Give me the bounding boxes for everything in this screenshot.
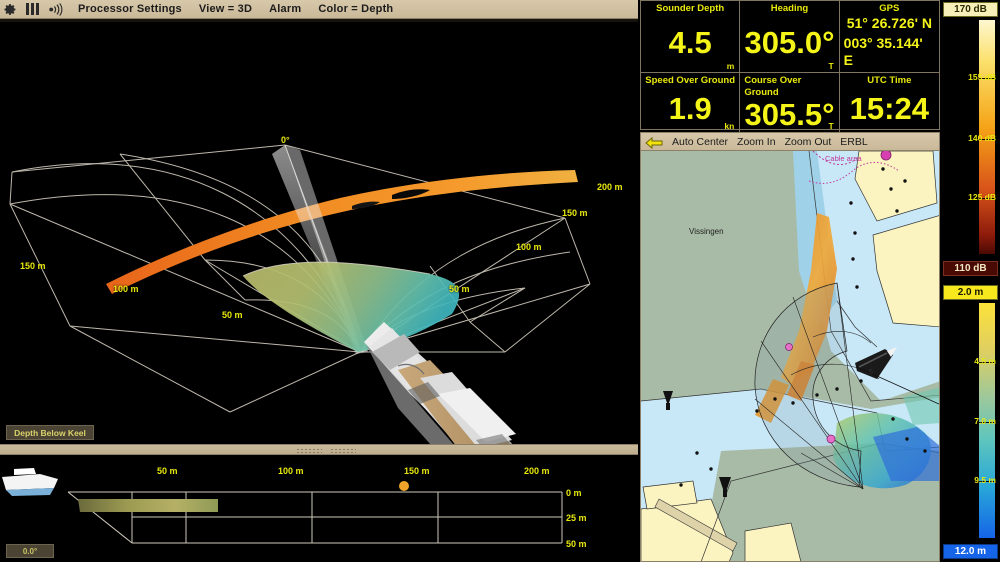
profile-side-view[interactable]: 50 m 100 m 150 m 200 m 0 m 25 m 50 m [0, 455, 638, 562]
panel-splitter[interactable] [0, 444, 638, 455]
color-scale-panel: 170 dB 155 dB 140 dB 125 dB 110 dB 2.0 m… [941, 0, 1000, 562]
depth-scale-top-label: 2.0 m [943, 285, 998, 300]
sog-unit: kn [724, 120, 735, 131]
sounder-depth-value: 4.5 [668, 24, 712, 60]
range-label-right-200: 200 m [597, 182, 623, 192]
navigation-data-panel: Sounder Depth 4.5 m Heading 305.0° T GPS… [640, 0, 940, 132]
map-sounding-label: 5 [869, 369, 873, 376]
profile-depth-50: 50 m [566, 539, 587, 549]
depth-tick-45: 4.5 m [974, 356, 996, 366]
map-button-zoom-out[interactable]: Zoom Out [785, 136, 832, 148]
sonar-application: Processor Settings View = 3D Alarm Color… [0, 0, 1000, 562]
data-cell-course-over-ground: Course Over Ground 305.5° T [740, 72, 840, 132]
sonar-3d-view[interactable]: 0° 150 m 100 m 50 m 200 m 150 m 100 m 50… [0, 22, 638, 444]
menu-item-alarm[interactable]: Alarm [269, 3, 301, 15]
gps-latitude: 51° 26.726' N [846, 15, 932, 31]
depth-tick-95: 9.5 m [974, 475, 996, 485]
navigation-chart[interactable]: Vissingen Cable area 5 [640, 151, 940, 562]
sonar-swath-coverage [243, 262, 460, 352]
sog-value: 1.9 [668, 90, 712, 126]
sonar-3d-canvas [9, 144, 591, 444]
map-button-auto-center[interactable]: Auto Center [672, 136, 728, 148]
main-menubar: Processor Settings View = 3D Alarm Color… [0, 0, 638, 19]
sonar-wave-icon[interactable] [48, 2, 64, 16]
sounder-depth-title: Sounder Depth [656, 3, 725, 14]
profile-range-50: 50 m [157, 466, 178, 476]
utc-title: UTC Time [867, 74, 912, 86]
amplitude-scale-bottom-label: 110 dB [943, 261, 998, 276]
depth-tick-70: 7.0 m [974, 416, 996, 426]
data-cell-heading: Heading 305.0° T [740, 1, 840, 73]
map-place-label: Vissingen [689, 227, 724, 236]
bars-icon[interactable] [26, 3, 39, 15]
cog-title: Course Over Ground [744, 74, 802, 98]
depth-below-keel-badge: Depth Below Keel [6, 425, 94, 440]
amplitude-tick-155: 155 dB [968, 72, 996, 82]
map-button-zoom-in[interactable]: Zoom In [737, 136, 776, 148]
bearing-label-0: 0° [281, 135, 290, 145]
splitter-grip-right[interactable] [330, 448, 356, 453]
map-toolbar: Auto Center Zoom In Zoom Out ERBL [640, 132, 940, 151]
sounder-depth-unit: m [726, 60, 735, 71]
map-button-erbl[interactable]: ERBL [840, 136, 867, 148]
profile-depth-0: 0 m [566, 488, 582, 498]
sog-title: Speed Over Ground [645, 74, 736, 86]
range-label-right-100: 100 m [516, 242, 542, 252]
back-arrow-icon[interactable] [645, 136, 663, 149]
profile-depth-25: 25 m [566, 513, 587, 523]
profile-seabed-return [78, 499, 218, 512]
utc-value: 15:24 [849, 90, 929, 126]
gps-title: GPS [879, 3, 900, 14]
range-label-right-50: 50 m [449, 284, 470, 294]
menu-item-view[interactable]: View = 3D [199, 3, 252, 15]
amplitude-tick-125: 125 dB [968, 192, 996, 202]
range-label-left-100: 100 m [113, 284, 139, 294]
amplitude-tick-140: 140 dB [968, 133, 996, 143]
data-cell-speed-over-ground: Speed Over Ground 1.9 kn [641, 72, 741, 132]
heading-value: 305.0° [744, 24, 835, 60]
data-cell-gps: GPS 51° 26.726' N 003° 35.144' E [839, 1, 939, 73]
map-cable-label: Cable area [825, 154, 862, 163]
profile-vessel-icon [2, 468, 58, 496]
menu-item-processor-settings[interactable]: Processor Settings [78, 3, 182, 15]
heading-title: Heading [770, 3, 809, 14]
tilt-angle-badge: 0.0° [6, 544, 54, 558]
range-label-right-150: 150 m [562, 208, 588, 218]
cog-unit: T [828, 120, 834, 131]
profile-range-150: 150 m [404, 466, 430, 476]
gear-icon[interactable] [4, 3, 17, 16]
cog-value: 305.5° [744, 96, 835, 132]
data-cell-sounder-depth: Sounder Depth 4.5 m [641, 1, 741, 73]
menu-item-color[interactable]: Color = Depth [318, 3, 393, 15]
data-cell-utc-time: UTC Time 15:24 [840, 73, 939, 132]
heading-unit: T [828, 60, 834, 71]
chart-canvas [641, 151, 939, 561]
range-label-left-150: 150 m [20, 261, 46, 271]
amplitude-scale-top-label: 170 dB [943, 2, 998, 17]
range-label-left-50: 50 m [222, 310, 243, 320]
splitter-grip-left[interactable] [296, 448, 322, 453]
profile-target-marker [399, 481, 409, 491]
gps-value: 51° 26.726' N 003° 35.144' E [844, 15, 935, 70]
gps-longitude: 003° 35.144' E [843, 34, 923, 69]
vessel-3d-model [364, 322, 516, 444]
profile-range-100: 100 m [278, 466, 304, 476]
depth-scale-bottom-label: 12.0 m [943, 544, 998, 559]
profile-range-200: 200 m [524, 466, 550, 476]
